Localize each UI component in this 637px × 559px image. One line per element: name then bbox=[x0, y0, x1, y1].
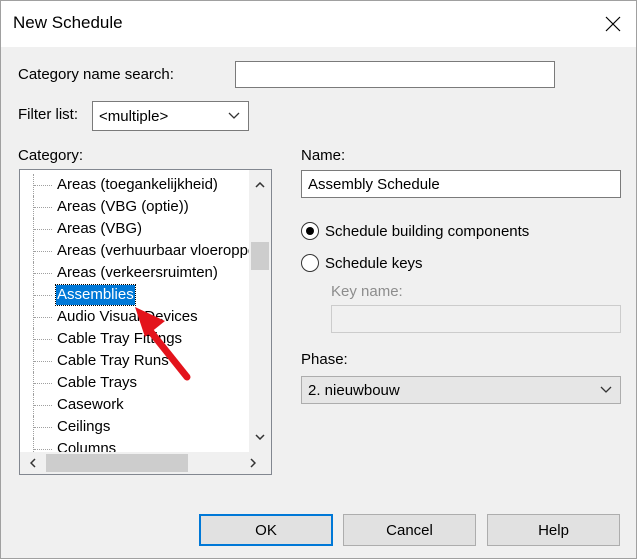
chevron-down-icon bbox=[255, 434, 265, 440]
tree-line bbox=[33, 372, 53, 394]
list-item-label: Cable Trays bbox=[57, 374, 138, 391]
list-item[interactable]: Ceilings bbox=[20, 416, 266, 438]
schedule-building-components-radio[interactable]: Schedule building components bbox=[301, 222, 529, 240]
list-item[interactable]: Audio Visual Devices bbox=[20, 306, 266, 328]
list-item-label: Cable Tray Runs bbox=[57, 352, 169, 369]
scroll-right-button[interactable] bbox=[242, 452, 264, 474]
tree-line bbox=[33, 394, 53, 416]
filter-list-dropdown[interactable]: <multiple> bbox=[92, 101, 249, 131]
phase-dropdown[interactable]: 2. nieuwbouw bbox=[301, 376, 621, 404]
close-icon bbox=[605, 16, 621, 32]
tree-line bbox=[33, 218, 53, 240]
radio-unselected-icon bbox=[301, 254, 319, 272]
category-list-items: Areas (toegankelijkheid) Areas (VBG (opt… bbox=[20, 172, 266, 452]
category-list[interactable]: Areas (toegankelijkheid) Areas (VBG (opt… bbox=[19, 169, 272, 475]
chevron-down-icon bbox=[600, 386, 612, 393]
category-label: Category: bbox=[18, 147, 84, 164]
tree-line bbox=[33, 262, 53, 284]
schedule-keys-label: Schedule keys bbox=[325, 254, 423, 272]
list-item[interactable]: Areas (VBG) bbox=[20, 218, 266, 240]
chevron-right-icon bbox=[250, 458, 256, 468]
list-item-label: Areas (toegankelijkheid) bbox=[57, 176, 218, 193]
list-item-label: Audio Visual Devices bbox=[57, 308, 198, 325]
list-item-label: Areas (VBG) bbox=[57, 220, 143, 237]
list-item-label: Assemblies bbox=[55, 284, 136, 306]
key-name-label: Key name: bbox=[331, 283, 403, 300]
tree-line bbox=[33, 174, 53, 196]
list-item-selected[interactable]: Assemblies bbox=[20, 284, 266, 306]
list-item[interactable]: Areas (verhuurbaar vloeroppe bbox=[20, 240, 266, 262]
category-search-input[interactable] bbox=[235, 61, 555, 88]
category-search-label: Category name search: bbox=[18, 66, 174, 83]
tree-line bbox=[33, 240, 53, 262]
chevron-left-icon bbox=[30, 458, 36, 468]
list-item-label: Areas (verkeersruimten) bbox=[57, 264, 218, 281]
schedule-building-components-label: Schedule building components bbox=[325, 222, 530, 240]
radio-selected-icon bbox=[301, 222, 319, 240]
vertical-scrollbar[interactable] bbox=[249, 170, 271, 453]
list-item[interactable]: Areas (verkeersruimten) bbox=[20, 262, 266, 284]
tree-line bbox=[33, 196, 53, 218]
name-input[interactable]: Assembly Schedule bbox=[301, 170, 621, 198]
tree-line bbox=[33, 328, 53, 350]
list-item-label: Ceilings bbox=[57, 418, 111, 435]
list-item-label: Columns bbox=[57, 440, 117, 452]
horizontal-scrollbar[interactable] bbox=[20, 452, 271, 474]
tree-line bbox=[33, 306, 53, 328]
filter-list-value: <multiple> bbox=[99, 107, 169, 125]
list-item-label: Areas (verhuurbaar vloeroppe bbox=[57, 242, 257, 259]
close-button[interactable] bbox=[590, 1, 636, 47]
horizontal-scroll-thumb[interactable] bbox=[46, 454, 188, 472]
cancel-button[interactable]: Cancel bbox=[343, 514, 476, 546]
tree-line bbox=[33, 416, 53, 438]
tree-line bbox=[33, 438, 53, 452]
list-item[interactable]: Cable Tray Runs bbox=[20, 350, 266, 372]
tree-line bbox=[33, 350, 53, 372]
list-item[interactable]: Columns bbox=[20, 438, 266, 452]
list-item[interactable]: Areas (VBG (optie)) bbox=[20, 196, 266, 218]
list-item-label: Casework bbox=[57, 396, 124, 413]
scroll-down-button[interactable] bbox=[249, 426, 271, 448]
key-name-input[interactable] bbox=[331, 305, 621, 333]
list-item[interactable]: Areas (toegankelijkheid) bbox=[20, 174, 266, 196]
scroll-left-button[interactable] bbox=[22, 452, 44, 474]
list-item[interactable]: Cable Tray Fittings bbox=[20, 328, 266, 350]
list-item[interactable]: Cable Trays bbox=[20, 372, 266, 394]
list-item[interactable]: Casework bbox=[20, 394, 266, 416]
scroll-up-button[interactable] bbox=[249, 174, 271, 196]
filter-list-label: Filter list: bbox=[18, 106, 78, 123]
name-label: Name: bbox=[301, 147, 346, 164]
list-item-label: Cable Tray Fittings bbox=[57, 330, 183, 347]
tree-line bbox=[33, 284, 53, 306]
chevron-down-icon bbox=[228, 112, 240, 119]
phase-value: 2. nieuwbouw bbox=[308, 381, 400, 399]
phase-label: Phase: bbox=[301, 351, 348, 368]
help-button[interactable]: Help bbox=[487, 514, 620, 546]
new-schedule-dialog: New Schedule Category name search: Filte… bbox=[0, 0, 637, 559]
list-item-label: Areas (VBG (optie)) bbox=[57, 198, 189, 215]
chevron-up-icon bbox=[255, 182, 265, 188]
title-bar: New Schedule bbox=[1, 1, 636, 47]
window-title: New Schedule bbox=[13, 13, 123, 32]
schedule-keys-radio[interactable]: Schedule keys bbox=[301, 254, 423, 272]
vertical-scroll-thumb[interactable] bbox=[251, 242, 269, 270]
ok-button[interactable]: OK bbox=[199, 514, 333, 546]
